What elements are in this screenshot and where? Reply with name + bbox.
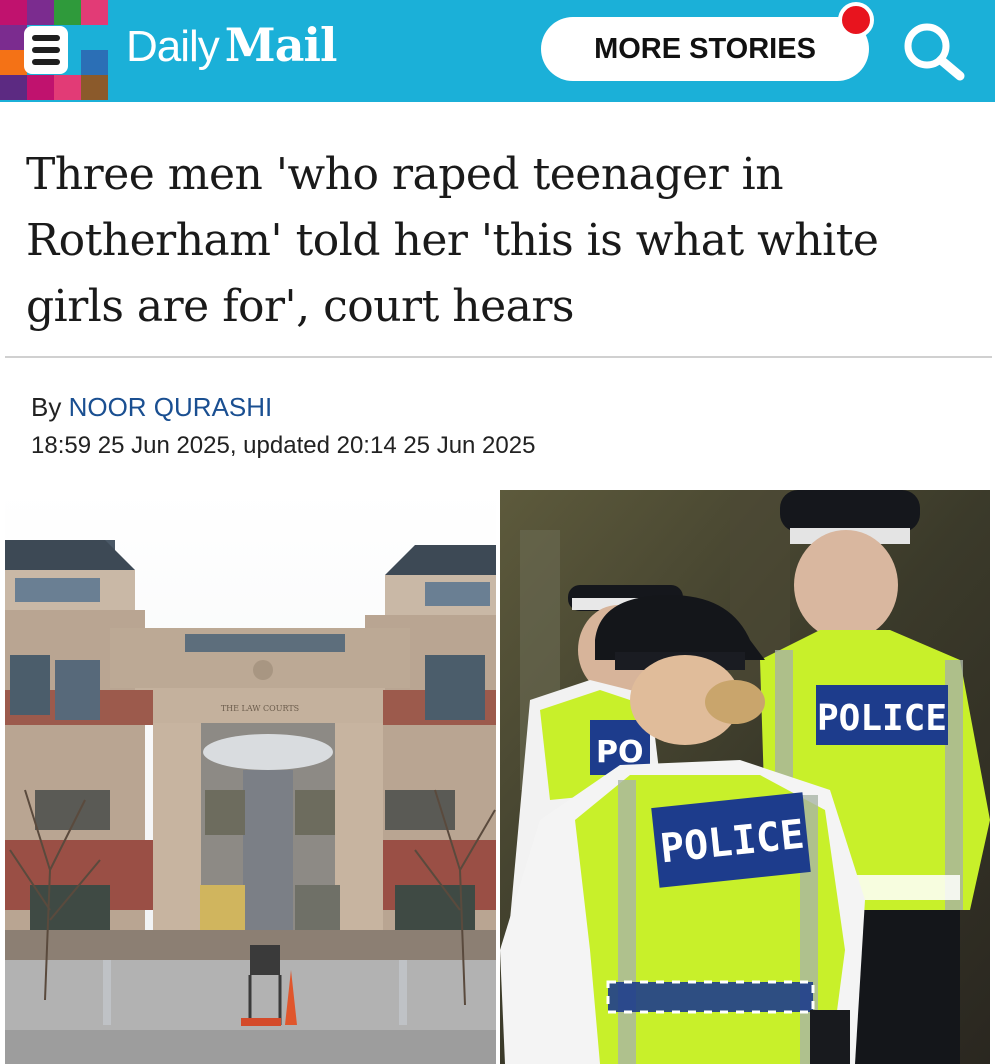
logo-daily-text: Daily	[126, 22, 220, 71]
daily-mail-logo[interactable]: Daily Mail	[126, 18, 338, 82]
byline: By NOOR QURASHI	[31, 392, 272, 423]
byline-prefix: By	[31, 392, 62, 422]
courthouse-sign: THE LAW COURTS	[221, 704, 299, 713]
mosaic-tile	[27, 75, 54, 100]
hamburger-menu-icon	[24, 26, 68, 74]
mosaic-tile	[81, 50, 108, 75]
vest-label-back: POLICE	[817, 698, 947, 739]
search-button[interactable]	[900, 20, 970, 82]
menu-button[interactable]	[0, 0, 110, 102]
author-link[interactable]: NOOR QURASHI	[69, 392, 273, 422]
mosaic-tile	[54, 75, 81, 100]
search-icon	[904, 23, 965, 81]
more-stories-button[interactable]: MORE STORIES	[541, 17, 869, 81]
mosaic-tile	[81, 0, 108, 25]
mosaic-tile	[0, 0, 27, 25]
mosaic-tile	[27, 0, 54, 25]
mosaic-tile	[81, 75, 108, 100]
police-officers-photo: PO POLICE POLICE	[500, 490, 990, 1064]
mosaic-tile	[0, 25, 27, 50]
mosaic-tile	[54, 0, 81, 25]
courthouse-photo: THE LAW COURTS	[5, 490, 496, 1064]
publish-dateline: 18:59 25 Jun 2025, updated 20:14 25 Jun …	[31, 432, 536, 459]
notification-dot-icon	[838, 2, 874, 38]
mosaic-tile	[0, 75, 27, 100]
article-headline: Three men 'who raped teenager in Rotherh…	[26, 149, 879, 332]
mosaic-tile	[0, 50, 27, 75]
logo-mail-text: Mail	[224, 18, 338, 72]
divider	[5, 356, 992, 358]
top-nav-bar: Daily Mail MORE STORIES	[0, 0, 995, 102]
mosaic-tile	[81, 25, 108, 50]
